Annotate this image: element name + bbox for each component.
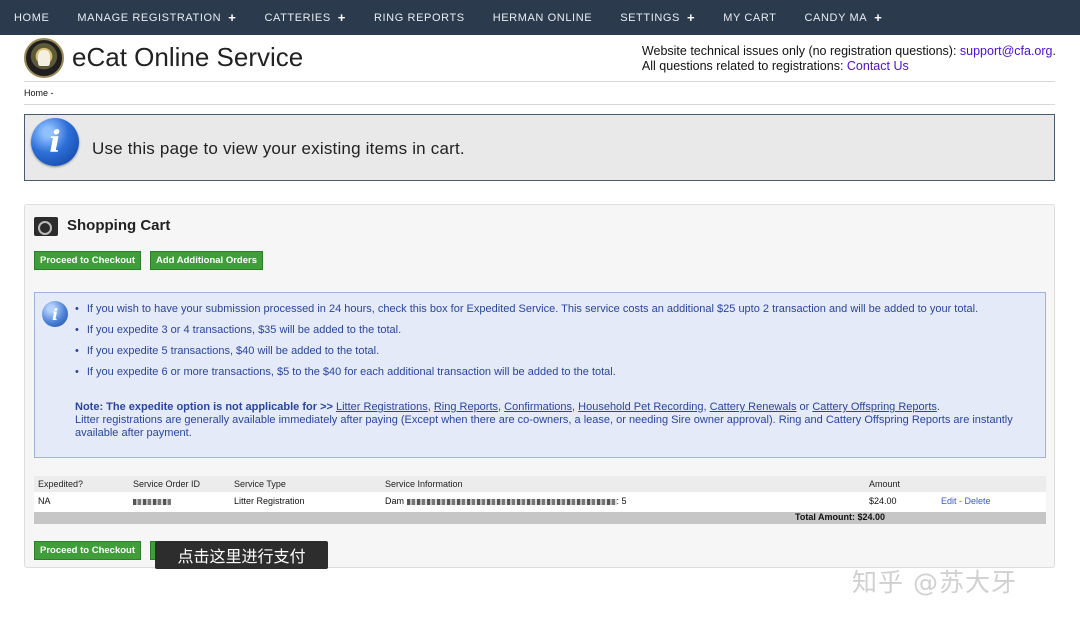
- link-household-pet-recording[interactable]: Household Pet Recording: [578, 401, 703, 413]
- notice-list: If you wish to have your submission proc…: [75, 303, 1040, 387]
- nav-herman-online[interactable]: HERMAN ONLINE: [493, 12, 592, 24]
- nav-label: CANDY MA: [804, 11, 868, 24]
- add-additional-orders-button[interactable]: Add Additional Orders: [150, 251, 263, 270]
- shopping-cart-panel: Shopping Cart Proceed to Checkout Add Ad…: [24, 204, 1055, 568]
- info-icon: i: [31, 118, 79, 166]
- cfa-logo[interactable]: [24, 38, 64, 78]
- expedite-notice: i If you wish to have your submission pr…: [34, 292, 1046, 458]
- row-actions: Edit - Delete: [941, 496, 991, 506]
- site-title: eCat Online Service: [72, 42, 304, 72]
- nav-label: CATTERIES: [264, 11, 331, 24]
- total-amount: Total Amount: $24.00: [795, 512, 886, 522]
- note-or: or: [799, 401, 810, 413]
- nav-manage-registration[interactable]: MANAGE REGISTRATION +: [77, 10, 236, 25]
- col-service-type: Service Type: [234, 479, 286, 489]
- payment-hint-tooltip: 点击这里进行支付: [155, 541, 328, 569]
- info-prefix: Dam: [385, 496, 405, 506]
- nav-label: RING REPORTS: [373, 11, 465, 24]
- cart-table-header: Expedited? Service Order ID Service Type…: [34, 476, 1046, 492]
- plus-icon: +: [337, 10, 346, 25]
- contact-period: .: [1052, 44, 1056, 58]
- edit-link[interactable]: Edit: [941, 496, 957, 506]
- plus-icon: +: [687, 10, 696, 25]
- contact-line-1: Website technical issues only (no regist…: [642, 44, 1056, 59]
- delete-link[interactable]: Delete: [965, 496, 991, 506]
- action-separator: -: [959, 496, 963, 506]
- note-tail: Litter registrations are generally avail…: [75, 414, 1013, 439]
- nav-my-cart[interactable]: MY CART: [723, 12, 776, 24]
- cell-service-type: Litter Registration: [234, 496, 305, 506]
- cell-order-id-redacted: [133, 496, 171, 506]
- cell-expedited: NA: [38, 496, 51, 506]
- col-service-order-id: Service Order ID: [133, 479, 201, 489]
- top-nav: HOME MANAGE REGISTRATION + CATTERIES + RIN…: [0, 0, 1080, 35]
- col-expedited: Expedited?: [38, 479, 84, 489]
- note-label: Note: The expedite option is not applica…: [75, 401, 333, 413]
- contact-us-link[interactable]: Contact Us: [847, 59, 909, 73]
- notice-bullet: If you expedite 3 or 4 transactions, $35…: [75, 324, 1040, 337]
- watermark-text: 知乎 @苏大牙: [852, 568, 1017, 597]
- nav-label: MY CART: [723, 11, 777, 24]
- cell-amount: $24.00: [869, 496, 897, 506]
- nav-label: HOME: [14, 11, 50, 24]
- nav-user-menu[interactable]: CANDY MA +: [805, 10, 883, 25]
- info-icon: i: [42, 301, 68, 327]
- nav-ring-reports[interactable]: RING REPORTS: [374, 12, 465, 24]
- contact-text: Website technical issues only (no regist…: [641, 44, 960, 58]
- col-service-information: Service Information: [385, 479, 463, 489]
- link-ring-reports[interactable]: Ring Reports: [434, 401, 498, 413]
- table-row: NA Litter Registration Dam : 5 $24.00 Ed…: [34, 492, 1046, 512]
- banner-text: Use this page to view your existing item…: [92, 139, 465, 158]
- col-amount: Amount: [869, 479, 901, 489]
- divider: [24, 104, 1055, 105]
- plus-icon: +: [228, 10, 237, 25]
- info-banner: i Use this page to view your existing it…: [24, 114, 1055, 181]
- link-confirmations[interactable]: Confirmations: [504, 401, 572, 413]
- notice-bullet: If you expedite 6 or more transactions, …: [75, 366, 1040, 379]
- cell-service-information: Dam : 5: [385, 496, 627, 506]
- nav-settings[interactable]: SETTINGS +: [620, 10, 695, 25]
- notice-bullet: If you expedite 5 transactions, $40 will…: [75, 345, 1040, 358]
- plus-icon: +: [874, 10, 883, 25]
- notice-bullet: If you wish to have your submission proc…: [75, 303, 1040, 316]
- breadcrumb[interactable]: Home -: [24, 88, 54, 98]
- cart-title: Shopping Cart: [67, 217, 171, 234]
- nav-catteries[interactable]: CATTERIES +: [264, 10, 346, 25]
- link-cattery-renewals[interactable]: Cattery Renewals: [710, 401, 797, 413]
- nav-home[interactable]: HOME: [14, 12, 49, 24]
- proceed-to-checkout-button-bottom[interactable]: Proceed to Checkout: [34, 541, 142, 560]
- contact-text: All questions related to registrations:: [641, 59, 847, 73]
- support-email-link[interactable]: support@cfa.org: [960, 44, 1053, 58]
- total-amount-row: Total Amount: $24.00: [34, 512, 1046, 524]
- nav-label: MANAGE REGISTRATION: [77, 11, 222, 24]
- contact-info: Website technical issues only (no regist…: [642, 44, 1056, 74]
- expedite-note: Note: The expedite option is not applica…: [75, 401, 1013, 439]
- proceed-to-checkout-button[interactable]: Proceed to Checkout: [34, 251, 142, 270]
- nav-label: SETTINGS: [620, 11, 680, 24]
- divider: [24, 81, 1055, 82]
- link-cattery-offspring-reports[interactable]: Cattery Offspring Reports: [812, 401, 937, 413]
- link-litter-registrations[interactable]: Litter Registrations: [336, 401, 428, 413]
- info-suffix: : 5: [616, 496, 627, 506]
- cart-icon: [34, 217, 58, 236]
- contact-line-2: All questions related to registrations: …: [642, 59, 1056, 74]
- nav-label: HERMAN ONLINE: [492, 11, 593, 24]
